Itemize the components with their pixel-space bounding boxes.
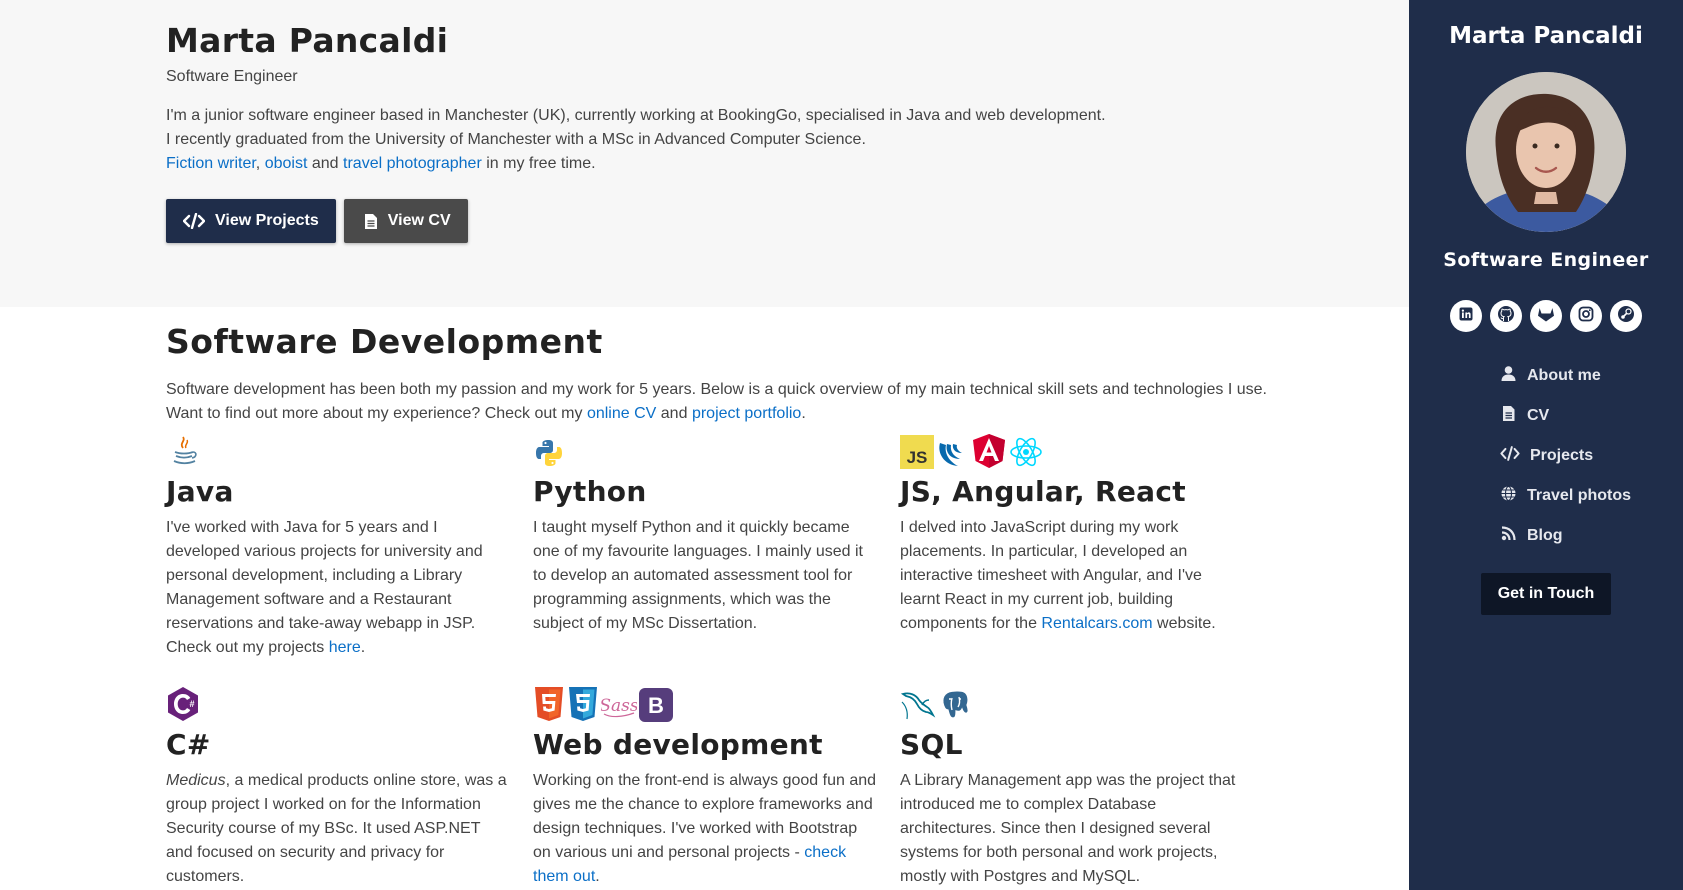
instagram-link[interactable] <box>1570 300 1602 332</box>
page-title: Marta Pancaldi <box>166 21 449 60</box>
skill-description: I taught myself Python and it quickly be… <box>533 519 863 632</box>
rentalcars-link[interactable]: Rentalcars.com <box>1041 615 1152 632</box>
lead-line: Software development has been both my pa… <box>166 381 1267 398</box>
linkedin-link[interactable] <box>1450 300 1482 332</box>
get-in-touch-button[interactable]: Get in Touch <box>1480 573 1612 615</box>
sidebar-nav: About me CV Projects Travel photos Blog <box>1409 356 1683 556</box>
instagram-icon <box>1578 306 1594 327</box>
skill-title: Web development <box>533 728 823 761</box>
lead-text: Want to find out more about my experienc… <box>166 405 583 422</box>
skill-card-python: Python I taught myself Python and it qui… <box>533 438 878 636</box>
sidebar-item-label: Travel photos <box>1527 487 1632 504</box>
skill-description: A Library Management app was the project… <box>900 772 1236 885</box>
document-icon <box>364 213 378 230</box>
postgresql-icon <box>938 688 972 727</box>
sidebar-item-travel[interactable]: Travel photos <box>1409 476 1683 516</box>
globe-icon <box>1500 485 1517 507</box>
sidebar-item-label: Projects <box>1530 447 1594 464</box>
social-links <box>1409 300 1683 332</box>
and-text: and <box>311 155 339 172</box>
view-cv-label: View CV <box>387 212 451 229</box>
intro-line: I'm a junior software engineer based in … <box>166 107 1106 124</box>
intro-text: I'm a junior software engineer based in … <box>166 104 1409 176</box>
skill-card-web: Sass B Web development Working on the fr… <box>533 687 878 889</box>
sass-icon: Sass <box>599 688 639 727</box>
skill-title: Java <box>166 475 234 508</box>
rss-icon <box>1500 525 1517 547</box>
project-portfolio-link[interactable]: project portfolio <box>692 405 801 422</box>
sidebar-item-label: Blog <box>1527 527 1563 544</box>
intro-line: I recently graduated from the University… <box>166 131 866 148</box>
section-heading: Software Development <box>166 322 603 361</box>
github-link[interactable] <box>1490 300 1522 332</box>
skill-card-js: JS JS, Angular, React I delved into Java… <box>900 434 1245 636</box>
view-projects-button[interactable]: View Projects <box>166 199 336 243</box>
javascript-icon: JS <box>900 435 934 474</box>
page-subtitle: Software Engineer <box>166 68 298 85</box>
fiction-writer-link[interactable]: Fiction writer <box>166 155 256 172</box>
mysql-icon <box>900 688 936 727</box>
linkedin-icon <box>1459 307 1473 326</box>
view-cv-button[interactable]: View CV <box>343 199 468 243</box>
code-icon <box>1500 445 1520 467</box>
online-cv-link[interactable]: online CV <box>587 405 656 422</box>
skill-card-csharp: # C# Medicus, a medical products online … <box>166 687 511 889</box>
jquery-icon <box>936 435 970 474</box>
skill-title: Python <box>533 475 647 508</box>
hero-section: Marta Pancaldi Software Engineer I'm a j… <box>0 0 1409 307</box>
svg-text:B: B <box>648 693 664 718</box>
sidebar-item-label: CV <box>1527 407 1550 424</box>
react-icon <box>1008 435 1044 474</box>
steam-icon <box>1617 305 1635 328</box>
python-icon <box>533 437 565 474</box>
view-projects-label: View Projects <box>215 212 319 229</box>
skill-description: I've worked with Java for 5 years and I … <box>166 519 483 656</box>
sidebar-item-projects[interactable]: Projects <box>1409 436 1683 476</box>
free-time-text: in my free time. <box>486 155 596 172</box>
sidebar-name: Marta Pancaldi <box>1449 23 1643 49</box>
sidebar-item-cv[interactable]: CV <box>1409 396 1683 436</box>
software-development-section: Software Development Software developmen… <box>0 307 1409 885</box>
svg-text:#: # <box>189 699 194 709</box>
skill-description: I delved into JavaScript during my work … <box>900 519 1216 632</box>
angular-icon <box>972 433 1006 474</box>
gitlab-icon <box>1537 306 1555 327</box>
skill-title: JS, Angular, React <box>900 475 1186 508</box>
skill-title: SQL <box>900 728 963 761</box>
lead-line: Want to find out more about my experienc… <box>166 402 1409 426</box>
skill-description: Working on the front-end is always good … <box>533 772 877 885</box>
svg-text:Sass: Sass <box>601 696 637 716</box>
section-lead: Software development has been both my pa… <box>166 378 1409 426</box>
steam-link[interactable] <box>1610 300 1642 332</box>
main-content: Marta Pancaldi Software Engineer I'm a j… <box>0 0 1409 890</box>
java-projects-link[interactable]: here <box>329 639 361 656</box>
java-icon <box>166 433 202 474</box>
intro-hobbies: Fiction writer, oboist and travel photog… <box>166 152 1409 176</box>
svg-text:JS: JS <box>907 448 928 467</box>
sidebar-item-blog[interactable]: Blog <box>1409 516 1683 556</box>
csharp-icon: # <box>166 686 200 727</box>
travel-photographer-link[interactable]: travel photographer <box>343 155 482 172</box>
gitlab-link[interactable] <box>1530 300 1562 332</box>
and-text: and <box>660 405 688 422</box>
sidebar-item-label: About me <box>1527 367 1601 384</box>
sidebar-item-about[interactable]: About me <box>1409 356 1683 396</box>
document-icon <box>1500 405 1517 427</box>
period: . <box>801 405 806 422</box>
skill-card-sql: SQL A Library Management app was the pro… <box>900 688 1245 889</box>
comma: , <box>255 155 261 172</box>
sidebar-role: Software Engineer <box>1443 249 1649 271</box>
oboist-link[interactable]: oboist <box>265 155 308 172</box>
avatar <box>1466 72 1626 232</box>
css3-icon <box>567 686 599 727</box>
html5-icon <box>533 686 565 727</box>
bootstrap-icon: B <box>639 688 673 727</box>
skill-description: Medicus, a medical products online store… <box>166 772 507 885</box>
skill-title: C# <box>166 728 211 761</box>
code-icon <box>183 213 205 229</box>
skill-card-java: Java I've worked with Java for 5 years a… <box>166 436 511 660</box>
user-icon <box>1500 365 1517 387</box>
sidebar: Marta Pancaldi Software Engineer About m… <box>1409 0 1683 890</box>
github-icon <box>1497 305 1515 328</box>
